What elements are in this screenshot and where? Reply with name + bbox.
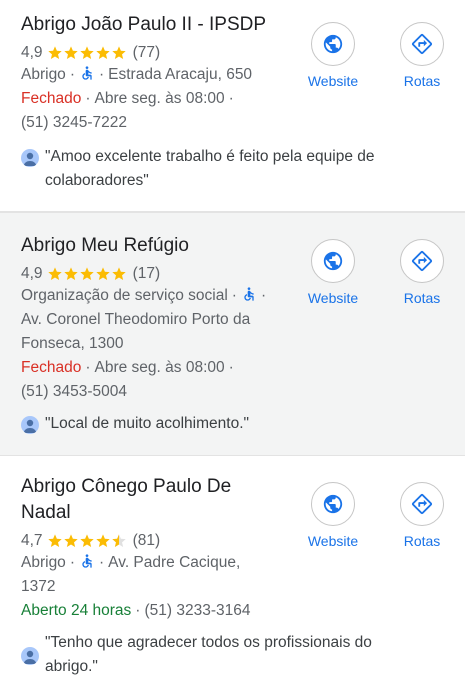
rating-row: 4,7 (81) bbox=[21, 531, 276, 551]
place-card[interactable]: Abrigo Meu Refúgio 4,9 (17) Organização … bbox=[0, 212, 465, 456]
review-count[interactable]: (81) bbox=[133, 532, 161, 550]
place-phone: (51) 3453-5004 bbox=[21, 383, 127, 400]
place-phone: (51) 3245-7222 bbox=[21, 114, 127, 131]
reviewer-avatar bbox=[21, 149, 39, 167]
rating-score: 4,9 bbox=[21, 265, 43, 282]
place-category: Organização de serviço social bbox=[21, 287, 228, 304]
place-info: Abrigo Meu Refúgio 4,9 (17) Organização … bbox=[21, 233, 286, 404]
website-button[interactable]: Website bbox=[303, 22, 363, 89]
website-label: Website bbox=[307, 533, 359, 549]
review-snippet: "Tenho que agradecer todos os profission… bbox=[21, 631, 421, 679]
review-text: "Amoo excelente trabalho é feito pela eq… bbox=[45, 148, 375, 189]
website-label: Website bbox=[307, 290, 359, 306]
star-icon bbox=[47, 266, 63, 282]
review-text: "Local de muito acolhimento." bbox=[45, 415, 250, 432]
place-card[interactable]: Abrigo Cônego Paulo De Nadal 4,7 (81) Ab… bbox=[0, 456, 465, 681]
star-icon bbox=[79, 45, 95, 61]
place-address: Estrada Aracaju, 650 bbox=[108, 66, 253, 83]
place-card[interactable]: Abrigo João Paulo II - IPSDP 4,9 (77) Ab… bbox=[0, 0, 465, 212]
place-category: Abrigo bbox=[21, 66, 66, 83]
place-actions: Website Rotas bbox=[303, 22, 452, 89]
directions-icon bbox=[411, 33, 433, 55]
reviewer-avatar bbox=[21, 647, 39, 665]
wheelchair-accessible-icon bbox=[79, 553, 95, 569]
place-info: Abrigo João Paulo II - IPSDP 4,9 (77) Ab… bbox=[21, 12, 286, 135]
category-line: Abrigo · · Estrada Aracaju, 650 bbox=[21, 65, 253, 83]
wheelchair-accessible-icon bbox=[79, 65, 95, 81]
category-line: Abrigo · · Av. Padre Cacique, 1372 bbox=[21, 553, 241, 595]
place-address: Av. Coronel Theodomiro Porto da Fonseca,… bbox=[21, 311, 251, 352]
place-actions: Website Rotas bbox=[303, 239, 452, 306]
hours-note: Abre seg. às 08:00 bbox=[94, 359, 225, 376]
category-line: Organização de serviço social · · bbox=[21, 286, 267, 304]
directions-icon bbox=[411, 250, 433, 272]
star-rating bbox=[47, 45, 127, 61]
hours-line: Fechado · Abre seg. às 08:00 · bbox=[21, 90, 234, 107]
globe-icon bbox=[322, 33, 344, 55]
hours-note: Abre seg. às 08:00 bbox=[94, 90, 225, 107]
rating-row: 4,9 (17) bbox=[21, 264, 286, 284]
directions-button[interactable]: Rotas bbox=[392, 239, 452, 306]
rating-score: 4,7 bbox=[21, 532, 43, 549]
star-icon bbox=[95, 45, 111, 61]
website-button[interactable]: Website bbox=[303, 482, 363, 549]
star-icon bbox=[95, 266, 111, 282]
globe-icon bbox=[322, 493, 344, 515]
star-icon bbox=[111, 45, 127, 61]
review-snippet: "Local de muito acolhimento." bbox=[21, 412, 441, 436]
star-icon bbox=[47, 45, 63, 61]
star-icon bbox=[95, 533, 111, 549]
place-actions: Website Rotas bbox=[303, 482, 452, 549]
open-status: Aberto 24 horas bbox=[21, 602, 132, 619]
place-phone: (51) 3233-3164 bbox=[144, 602, 251, 619]
star-rating bbox=[47, 266, 127, 282]
star-icon bbox=[63, 45, 79, 61]
star-icon bbox=[79, 533, 95, 549]
place-name[interactable]: Abrigo João Paulo II - IPSDP bbox=[21, 12, 286, 38]
directions-button[interactable]: Rotas bbox=[392, 482, 452, 549]
website-label: Website bbox=[307, 73, 359, 89]
open-status: Fechado bbox=[21, 359, 82, 376]
review-snippet: "Amoo excelente trabalho é feito pela eq… bbox=[21, 145, 441, 193]
rating-row: 4,9 (77) bbox=[21, 43, 286, 63]
place-name[interactable]: Abrigo Meu Refúgio bbox=[21, 233, 286, 259]
review-count[interactable]: (77) bbox=[133, 44, 161, 62]
globe-icon bbox=[322, 250, 344, 272]
place-info: Abrigo Cônego Paulo De Nadal 4,7 (81) Ab… bbox=[21, 474, 276, 623]
wheelchair-accessible-icon bbox=[241, 286, 257, 302]
directions-button[interactable]: Rotas bbox=[392, 22, 452, 89]
hours-line: Aberto 24 horas · (51) 3233-3164 bbox=[21, 602, 251, 619]
reviewer-avatar bbox=[21, 416, 39, 434]
review-text: "Tenho que agradecer todos os profission… bbox=[45, 634, 372, 675]
star-half-icon bbox=[111, 533, 127, 549]
website-button[interactable]: Website bbox=[303, 239, 363, 306]
open-status: Fechado bbox=[21, 90, 82, 107]
place-category: Abrigo bbox=[21, 554, 66, 571]
hours-line: Fechado · Abre seg. às 08:00 · bbox=[21, 359, 234, 376]
directions-label: Rotas bbox=[403, 533, 441, 549]
star-icon bbox=[47, 533, 63, 549]
rating-score: 4,9 bbox=[21, 44, 43, 61]
directions-icon bbox=[411, 493, 433, 515]
star-icon bbox=[63, 266, 79, 282]
directions-label: Rotas bbox=[403, 290, 441, 306]
review-count[interactable]: (17) bbox=[133, 265, 161, 283]
directions-label: Rotas bbox=[403, 73, 441, 89]
star-icon bbox=[111, 266, 127, 282]
place-name[interactable]: Abrigo Cônego Paulo De Nadal bbox=[21, 474, 276, 526]
star-icon bbox=[63, 533, 79, 549]
star-rating bbox=[47, 533, 127, 549]
star-icon bbox=[79, 266, 95, 282]
